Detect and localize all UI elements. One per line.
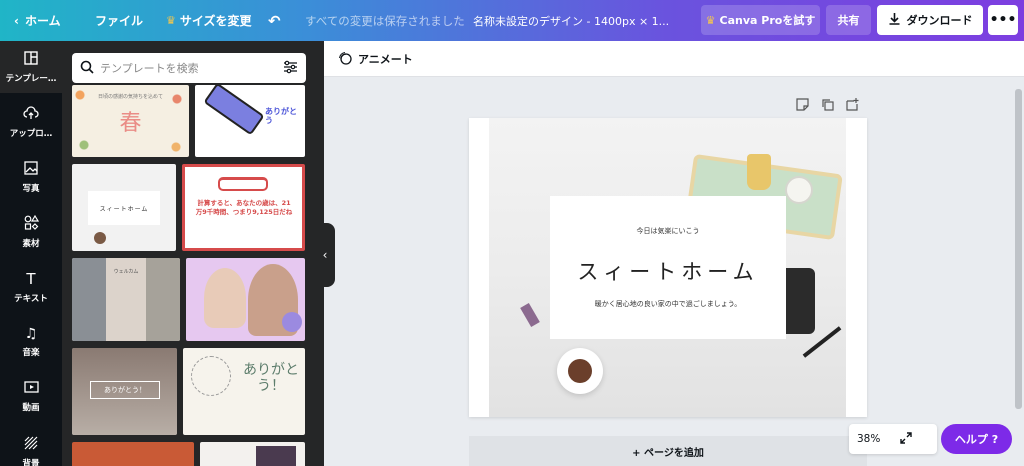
undo-icon: ↶	[268, 11, 281, 30]
more-button[interactable]: •••	[988, 5, 1018, 35]
try-pro-button[interactable]: ♛ Canva Proを試す	[701, 5, 820, 35]
thumb-title: ありがとう！	[243, 362, 299, 394]
thumb-photo	[146, 258, 180, 341]
coffee-photo	[568, 359, 592, 383]
design-title[interactable]: スィートホーム	[550, 256, 786, 286]
rail-item-background[interactable]: 背景	[0, 426, 62, 466]
cup-photo	[785, 176, 813, 204]
home-button[interactable]: ‹ ホーム	[14, 0, 61, 41]
scrollbar-thumb[interactable]	[1015, 89, 1022, 409]
thumb-title: 春	[119, 111, 142, 136]
filter-icon[interactable]	[283, 60, 298, 77]
smiley-icon	[282, 312, 302, 332]
thumb-title: ウェルカム	[113, 269, 139, 275]
download-icon	[888, 12, 901, 28]
thumb-title: ありがとう	[265, 107, 297, 125]
music-icon: ♫	[24, 326, 38, 342]
jar-photo	[747, 154, 771, 190]
rail-item-uploads[interactable]: アップロ…	[0, 96, 62, 148]
chevron-left-icon: ‹	[14, 13, 19, 28]
pencil-icon	[203, 85, 265, 136]
animate-icon	[338, 51, 352, 68]
canvas-scrollbar[interactable]	[1012, 77, 1024, 466]
rail-item-photos[interactable]: 写真	[0, 151, 62, 203]
rail-item-templates[interactable]: テンプレー…	[0, 41, 62, 93]
dandelion-icon	[191, 356, 231, 396]
template-thumb-welcome[interactable]: ウェルカム	[72, 258, 180, 341]
collapse-panel-button[interactable]: ‹	[315, 223, 335, 287]
template-panel: テンプレートを検索 日頃の感謝の気持ちを込めて 春 ありがとう スィートホーム …	[62, 41, 324, 466]
share-button[interactable]: 共有	[826, 5, 871, 35]
glasses-icon	[218, 177, 268, 191]
search-input[interactable]: テンプレートを検索	[100, 60, 277, 76]
photo-icon	[24, 160, 38, 178]
file-menu[interactable]: ファイル	[95, 0, 143, 41]
add-page-button[interactable]: + ページを追加	[469, 436, 867, 466]
design-body[interactable]: 暖かく居心地の良い家の中で過ごしましょう。	[550, 299, 786, 309]
template-thumb-glasses[interactable]: 計算すると、あなたの歳は、21万9千時間、つまり9,125日だね	[182, 164, 305, 251]
page-tools	[796, 96, 859, 112]
template-thumb-thanks-dandelion[interactable]: ありがとう！	[183, 348, 305, 435]
design-canvas[interactable]: 今日は気楽にいこう スィートホーム 暖かく居心地の良い家の中で過ごしましょう。	[469, 118, 867, 417]
rail-item-elements[interactable]: 素材	[0, 206, 62, 258]
note-icon[interactable]	[796, 96, 809, 112]
background-icon	[24, 436, 38, 453]
resize-button[interactable]: ♛ サイズを変更	[166, 0, 252, 41]
thumb-subtext: 日頃の感謝の気持ちを込めて	[97, 94, 163, 100]
zoom-control[interactable]: 38%	[849, 424, 937, 454]
template-thumb-spring[interactable]: 日頃の感謝の気持ちを込めて 春	[72, 85, 189, 157]
baby-photo	[204, 268, 246, 328]
coffee-icon	[94, 232, 106, 244]
template-thumb-cake[interactable]	[72, 442, 194, 466]
design-subtitle[interactable]: 今日は気楽にいこう	[550, 226, 786, 236]
text-card[interactable]: 今日は気楽にいこう スィートホーム 暖かく居心地の良い家の中で過ごしましょう。	[550, 196, 786, 339]
template-search[interactable]: テンプレートを検索	[72, 53, 306, 83]
download-button[interactable]: ダウンロード	[877, 5, 983, 35]
editor-toolbar: アニメート	[324, 41, 1024, 77]
add-page-icon[interactable]	[846, 96, 859, 112]
undo-button[interactable]: ↶	[268, 0, 281, 41]
template-thumb-baby[interactable]	[186, 258, 305, 341]
template-thumb-cup[interactable]	[200, 442, 305, 466]
rail-item-text[interactable]: T テキスト	[0, 261, 62, 313]
search-icon	[80, 60, 94, 77]
thumb-title: 計算すると、あなたの歳は、21万9千時間、つまり9,125日だね	[195, 199, 293, 216]
help-button[interactable]: ヘルプ ?	[941, 424, 1012, 454]
fullscreen-icon[interactable]	[900, 431, 913, 447]
side-rail: テンプレー… アップロ… 写真 素材 T テキスト ♫ 音楽 動画 背景	[0, 41, 62, 466]
upload-icon	[23, 105, 39, 123]
template-thumb-pencil[interactable]: ありがとう	[195, 85, 305, 157]
top-bar: ‹ ホーム ファイル ♛ サイズを変更 ↶ すべての変更は保存されました 名称未…	[0, 0, 1024, 41]
crown-icon: ♛	[705, 13, 716, 27]
duplicate-page-icon[interactable]	[821, 96, 834, 112]
template-thumb-thanks-hands[interactable]: ありがとう！	[72, 348, 177, 435]
crown-icon: ♛	[166, 14, 176, 27]
template-thumb-sweethome[interactable]: スィートホーム	[72, 164, 176, 251]
cup-photo	[256, 446, 296, 466]
save-status: すべての変更は保存されました	[305, 13, 465, 28]
video-icon	[23, 381, 39, 397]
elements-icon	[24, 214, 39, 233]
thumb-title: ありがとう！	[104, 386, 146, 394]
chevron-left-icon: ‹	[322, 248, 328, 262]
template-icon	[24, 50, 38, 68]
rail-item-music[interactable]: ♫ 音楽	[0, 316, 62, 368]
thumb-title: スィートホーム	[99, 206, 149, 213]
rail-item-video[interactable]: 動画	[0, 371, 62, 423]
design-title[interactable]: 名称未設定のデザイン - 1400px × 1...	[473, 0, 669, 41]
animate-button[interactable]: アニメート	[338, 41, 413, 77]
item-photo	[520, 302, 540, 328]
thumb-photo	[72, 258, 106, 341]
zoom-value[interactable]: 38%	[857, 433, 880, 445]
text-icon: T	[26, 270, 36, 288]
